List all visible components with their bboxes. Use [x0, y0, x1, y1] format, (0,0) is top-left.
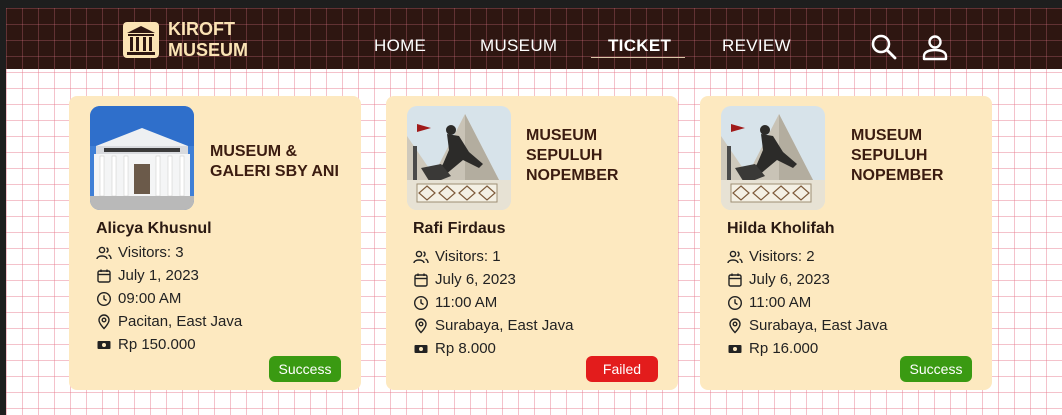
brand-name: KIROFT MUSEUM [168, 19, 248, 61]
calendar-icon [97, 269, 111, 283]
calendar-icon [728, 273, 742, 287]
nav-ticket[interactable]: TICKET [608, 36, 671, 56]
museum-title-line: NOPEMBER [851, 167, 944, 184]
nav-active-indicator [591, 57, 685, 58]
ticket-card[interactable]: MUSEUM SEPULUH NOPEMBER Rafi Firdaus Vis… [386, 96, 678, 390]
location-row: Pacitan, East Java [96, 313, 242, 330]
time-row: 11:00 AM [727, 294, 811, 311]
visitors-row: Visitors: 3 [96, 244, 184, 261]
museum-title-line: GALERI SBY ANI [210, 163, 339, 180]
cash-icon [728, 344, 742, 353]
visitors-row: Visitors: 1 [413, 248, 501, 265]
users-icon [413, 250, 429, 263]
users-icon [727, 250, 743, 263]
monument-photo [407, 106, 511, 210]
visitor-name: Alicya Khusnul [96, 220, 212, 237]
location-pin-icon [98, 313, 110, 329]
location-row: Surabaya, East Java [413, 317, 573, 334]
clock-icon [727, 295, 743, 310]
date-row: July 6, 2023 [727, 271, 830, 288]
brand-line-1: KIROFT [168, 19, 235, 39]
calendar-icon [414, 273, 428, 287]
museum-title-line: MUSEUM [526, 127, 598, 144]
ticket-card[interactable]: MUSEUM & GALERI SBY ANI Alicya Khusnul V… [69, 96, 361, 390]
user-icon[interactable] [921, 33, 949, 61]
visitors-count: Visitors: 1 [435, 248, 501, 265]
clock-icon [413, 295, 429, 310]
museum-title-line: MUSEUM [851, 127, 923, 144]
brand-line-2: MUSEUM [168, 40, 248, 60]
cash-icon [97, 340, 111, 349]
users-icon [96, 246, 112, 259]
visitors-count: Visitors: 2 [749, 248, 815, 265]
visit-location: Pacitan, East Java [118, 313, 243, 330]
museum-building-icon [123, 22, 159, 58]
cash-icon [414, 344, 428, 353]
visitors-count: Visitors: 3 [118, 244, 184, 261]
status-badge: Success [900, 356, 972, 382]
clock-icon [96, 291, 112, 306]
visit-date: July 1, 2023 [118, 267, 199, 284]
museum-title-line: SEPULUH [526, 147, 603, 164]
search-icon[interactable] [870, 33, 898, 61]
museum-photo [90, 106, 194, 210]
location-pin-icon [415, 317, 427, 333]
status-badge: Success [269, 356, 341, 382]
brand[interactable]: KIROFT MUSEUM [122, 19, 248, 61]
museum-title: MUSEUM SEPULUH NOPEMBER [851, 126, 943, 186]
museum-title: MUSEUM & GALERI SBY ANI [210, 142, 339, 182]
navbar: KIROFT MUSEUM HOME MUSEUM TICKET REVIEW [6, 8, 1062, 69]
nav-home[interactable]: HOME [374, 36, 426, 56]
visit-location: Surabaya, East Java [435, 317, 574, 334]
visit-date: July 6, 2023 [749, 271, 830, 288]
date-row: July 1, 2023 [96, 267, 199, 284]
ticket-price: Rp 8.000 [435, 340, 496, 357]
location-pin-icon [729, 317, 741, 333]
monument-photo [721, 106, 825, 210]
visit-time: 09:00 AM [118, 290, 182, 307]
ticket-price: Rp 16.000 [749, 340, 819, 357]
nav-museum[interactable]: MUSEUM [480, 36, 557, 56]
price-row: Rp 150.000 [96, 336, 196, 353]
visit-location: Surabaya, East Java [749, 317, 888, 334]
museum-title-line: SEPULUH [851, 147, 928, 164]
price-row: Rp 8.000 [413, 340, 496, 357]
nav-review[interactable]: REVIEW [722, 36, 791, 56]
visit-time: 11:00 AM [749, 294, 812, 311]
visitor-name: Rafi Firdaus [413, 220, 506, 237]
date-row: July 6, 2023 [413, 271, 516, 288]
visitors-row: Visitors: 2 [727, 248, 815, 265]
time-row: 11:00 AM [413, 294, 497, 311]
ticket-card[interactable]: MUSEUM SEPULUH NOPEMBER Hilda Kholifah V… [700, 96, 992, 390]
visit-time: 11:00 AM [435, 294, 498, 311]
ticket-price: Rp 150.000 [118, 336, 196, 353]
time-row: 09:00 AM [96, 290, 181, 307]
status-badge: Failed [586, 356, 658, 382]
museum-title-line: NOPEMBER [526, 167, 619, 184]
museum-title: MUSEUM SEPULUH NOPEMBER [526, 126, 618, 186]
museum-title-line: MUSEUM & [210, 143, 298, 160]
price-row: Rp 16.000 [727, 340, 818, 357]
app-frame: KIROFT MUSEUM HOME MUSEUM TICKET REVIEW [6, 8, 1062, 415]
visit-date: July 6, 2023 [435, 271, 516, 288]
location-row: Surabaya, East Java [727, 317, 887, 334]
visitor-name: Hilda Kholifah [727, 220, 835, 237]
